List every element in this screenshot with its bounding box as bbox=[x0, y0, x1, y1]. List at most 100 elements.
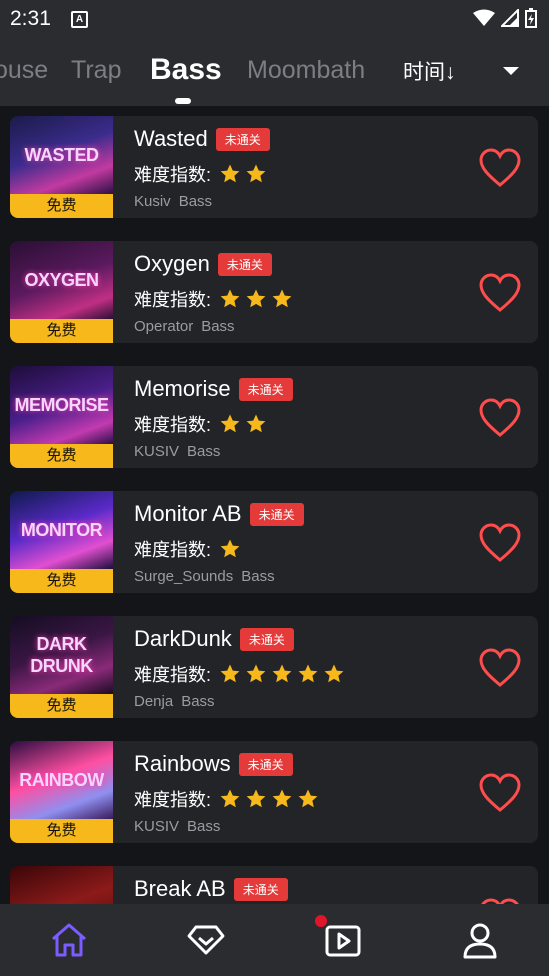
heart-icon[interactable] bbox=[478, 771, 522, 815]
cover-art-image: OXYGEN bbox=[10, 241, 113, 319]
signal-icon bbox=[501, 9, 519, 27]
cover-art-lettering: MEMORISE bbox=[14, 395, 109, 415]
heart-icon[interactable] bbox=[478, 896, 522, 904]
song-list: WASTED 免费 Wasted 未通关 难度指数: Kusiv Bass OXYGEN 免费 O… bbox=[0, 106, 549, 904]
song-title-row: Oxygen 未通关 bbox=[134, 251, 272, 277]
song-title-row: Wasted 未通关 bbox=[134, 126, 270, 152]
notification-dot bbox=[315, 915, 327, 927]
song-title: Monitor AB bbox=[134, 501, 242, 526]
song-cover: RAINBOW 免费 bbox=[10, 741, 113, 843]
free-badge: 免费 bbox=[10, 819, 113, 843]
song-card[interactable]: WASTED 免费 Wasted 未通关 难度指数: Kusiv Bass bbox=[10, 116, 538, 218]
star-icon bbox=[272, 664, 292, 683]
star-icon bbox=[220, 789, 240, 808]
free-badge: 免费 bbox=[10, 694, 113, 718]
song-genre: Bass bbox=[241, 568, 275, 585]
song-title-row: Monitor AB 未通关 bbox=[134, 501, 304, 527]
sort-time-button[interactable]: 时间↓ bbox=[403, 56, 456, 86]
difficulty-label: 难度指数: bbox=[134, 415, 212, 435]
song-card[interactable]: 免费Break AB未通关难度指数: bbox=[10, 866, 538, 904]
chevron-down-icon[interactable] bbox=[503, 67, 519, 75]
nav-video-button[interactable] bbox=[315, 915, 365, 962]
song-meta: Surge_Sounds Bass bbox=[134, 568, 283, 585]
nav-vip-button[interactable] bbox=[184, 918, 228, 962]
star-icon bbox=[246, 664, 266, 683]
home-icon bbox=[52, 923, 86, 957]
cover-art-lettering: WASTED bbox=[24, 145, 99, 165]
song-genre: Bass bbox=[181, 693, 215, 710]
song-cover: WASTED 免费 bbox=[10, 116, 113, 218]
star-icon bbox=[220, 164, 240, 183]
tab-moombath[interactable]: Moombath bbox=[247, 56, 365, 85]
cover-art-image: RAINBOW bbox=[10, 741, 113, 819]
cover-art-lettering: RAINBOW bbox=[19, 770, 104, 790]
difficulty-row: 难度指数: bbox=[134, 286, 297, 312]
difficulty-row: 难度指数: bbox=[134, 161, 271, 187]
song-meta: KUSIV Bass bbox=[134, 443, 228, 460]
difficulty-label: 难度指数: bbox=[134, 665, 212, 685]
cover-art-lettering: DARK DRUNK bbox=[30, 634, 93, 676]
star-icon bbox=[324, 664, 344, 683]
star-icon bbox=[272, 289, 292, 308]
diamond-icon bbox=[187, 925, 225, 955]
nav-home-button[interactable] bbox=[47, 918, 91, 962]
heart-icon[interactable] bbox=[478, 646, 522, 690]
status-badge: 未通关 bbox=[215, 127, 270, 151]
song-cover: DARK DRUNK 免费 bbox=[10, 616, 113, 718]
star-icon bbox=[220, 664, 240, 683]
song-card[interactable]: MONITOR 免费 Monitor AB 未通关 难度指数: Surge_Sounds B… bbox=[10, 491, 538, 593]
cover-art-image: DARK DRUNK bbox=[10, 616, 113, 694]
star-icon bbox=[246, 164, 266, 183]
song-artist: Operator bbox=[134, 318, 194, 335]
song-title: Oxygen bbox=[134, 251, 210, 276]
tab-active-indicator bbox=[175, 98, 191, 104]
app-notification-icon: A bbox=[71, 11, 88, 28]
song-artist: KUSIV bbox=[134, 443, 180, 460]
difficulty-label: 难度指数: bbox=[134, 290, 212, 310]
song-title: Wasted bbox=[134, 126, 208, 151]
genre-tabs: ouse Trap Bass Moombath 时间↓ bbox=[0, 36, 549, 106]
cover-art-lettering: MONITOR bbox=[20, 520, 103, 540]
status-badge: 未通关 bbox=[217, 252, 272, 276]
song-title: Memorise bbox=[134, 376, 231, 401]
star-icon bbox=[272, 789, 292, 808]
song-card[interactable]: DARK DRUNK 免费 DarkDunk 未通关 难度指数: Denja Bass bbox=[10, 616, 538, 718]
free-badge: 免费 bbox=[10, 569, 113, 593]
star-icon bbox=[220, 289, 240, 308]
tab-bass[interactable]: Bass bbox=[150, 53, 222, 87]
status-badge: 未通关 bbox=[239, 627, 294, 651]
status-badge: 未通关 bbox=[238, 752, 293, 776]
tab-house[interactable]: ouse bbox=[0, 56, 48, 85]
status-bar: 2:31 A bbox=[0, 0, 549, 36]
nav-profile-button[interactable] bbox=[458, 918, 502, 962]
song-card[interactable]: RAINBOW 免费 Rainbows 未通关 难度指数: KUSIV Bass bbox=[10, 741, 538, 843]
song-card[interactable]: MEMORISE 免费 Memorise 未通关 难度指数: KUSIV Bass bbox=[10, 366, 538, 468]
heart-icon[interactable] bbox=[478, 396, 522, 440]
cover-art-image bbox=[10, 866, 113, 904]
heart-icon[interactable] bbox=[478, 146, 522, 190]
status-badge: 未通关 bbox=[233, 877, 288, 901]
free-badge: 免费 bbox=[10, 194, 113, 218]
tab-trap[interactable]: Trap bbox=[71, 56, 121, 85]
difficulty-row: 难度指数: bbox=[134, 786, 323, 812]
difficulty-label: 难度指数: bbox=[134, 165, 212, 185]
bottom-nav bbox=[0, 904, 549, 976]
star-icon bbox=[298, 664, 318, 683]
song-cover: MONITOR 免费 bbox=[10, 491, 113, 593]
star-icon bbox=[246, 789, 266, 808]
song-meta: KUSIV Bass bbox=[134, 818, 228, 835]
heart-icon[interactable] bbox=[478, 521, 522, 565]
song-genre: Bass bbox=[187, 818, 221, 835]
free-badge: 免费 bbox=[10, 319, 113, 343]
song-card[interactable]: OXYGEN 免费 Oxygen 未通关 难度指数: Operator Bass bbox=[10, 241, 538, 343]
free-badge: 免费 bbox=[10, 444, 113, 468]
difficulty-row: 难度指数: bbox=[134, 536, 245, 562]
difficulty-row: 难度指数: bbox=[134, 411, 271, 437]
star-icon bbox=[246, 289, 266, 308]
song-artist: KUSIV bbox=[134, 818, 180, 835]
song-genre: Bass bbox=[201, 318, 235, 335]
song-cover: 免费 bbox=[10, 866, 113, 904]
cover-art-image: MEMORISE bbox=[10, 366, 113, 444]
song-cover: MEMORISE 免费 bbox=[10, 366, 113, 468]
heart-icon[interactable] bbox=[478, 271, 522, 315]
